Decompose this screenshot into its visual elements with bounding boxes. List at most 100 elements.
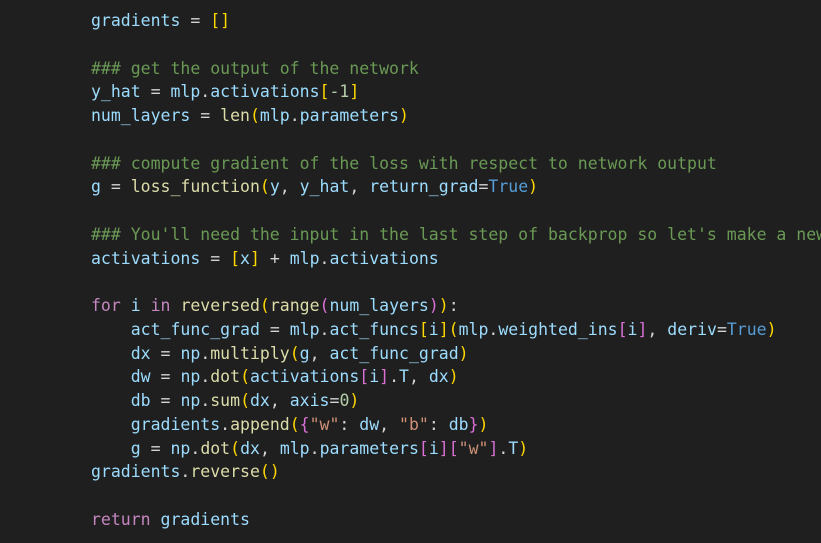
operator-token: , bbox=[349, 177, 370, 196]
bracket-token: [ bbox=[617, 320, 628, 339]
number-token: -1 bbox=[329, 82, 350, 101]
function-token: reversed bbox=[180, 296, 260, 315]
operator-token: = bbox=[329, 391, 340, 410]
function-token: append bbox=[230, 415, 290, 434]
code-line[interactable]: g = np.dot(dx, mlp.parameters[i]["w"].T) bbox=[91, 437, 528, 461]
operator-token: = bbox=[150, 367, 181, 386]
bracket-token: [ bbox=[359, 367, 370, 386]
operator-token: = bbox=[716, 320, 727, 339]
variable-token: activations bbox=[210, 82, 320, 101]
bracket-token: [] bbox=[210, 11, 231, 30]
bracket-token: ] bbox=[488, 439, 499, 458]
variable-token: activations bbox=[91, 249, 201, 268]
code-line[interactable]: gradients.append({"w": dw, "b": db}) bbox=[91, 413, 489, 437]
operator-token: . bbox=[389, 367, 400, 386]
bracket-token: ) bbox=[518, 439, 529, 458]
bracket-token: [ bbox=[448, 439, 459, 458]
function-token: dot bbox=[200, 439, 231, 458]
code-line[interactable]: dx = np.multiply(g, act_func_grad) bbox=[91, 342, 469, 366]
bracket-token: { bbox=[299, 415, 310, 434]
variable-token: i bbox=[369, 367, 380, 386]
string-token: "w" bbox=[309, 415, 340, 434]
variable-token: dw bbox=[130, 367, 151, 386]
bracket-token: ( bbox=[230, 439, 241, 458]
operator-token: . bbox=[289, 106, 300, 125]
operator-token bbox=[171, 296, 181, 315]
operator-token: , bbox=[279, 177, 300, 196]
variable-token: axis bbox=[289, 391, 330, 410]
code-line[interactable]: ### compute gradient of the loss with re… bbox=[91, 152, 717, 176]
code-line[interactable]: gradients = [] bbox=[91, 9, 230, 33]
boolean-token: True bbox=[488, 177, 529, 196]
function-token: loss_function bbox=[130, 177, 260, 196]
variable-token: T bbox=[508, 439, 519, 458]
bracket-token: ] bbox=[438, 439, 449, 458]
function-token: len bbox=[220, 106, 250, 125]
bracket-token: ) bbox=[458, 344, 469, 363]
code-line[interactable]: num_layers = len(mlp.parameters) bbox=[91, 104, 409, 128]
code-line[interactable]: return gradients bbox=[91, 508, 250, 532]
bracket-token: [ bbox=[418, 320, 429, 339]
operator-token: , bbox=[259, 439, 280, 458]
operator-token: . bbox=[309, 439, 320, 458]
string-token: "b" bbox=[399, 415, 429, 434]
code-line[interactable]: y_hat = mlp.activations[-1] bbox=[91, 80, 359, 104]
operator-token: , bbox=[379, 415, 400, 434]
variable-token: deriv bbox=[667, 320, 717, 339]
keyword-token: in bbox=[150, 296, 171, 315]
variable-token: T bbox=[399, 367, 409, 386]
operator-token: = bbox=[200, 249, 231, 268]
function-token: multiply bbox=[210, 344, 290, 363]
code-editor[interactable]: gradients = [] ### get the output of the … bbox=[0, 0, 821, 543]
code-line[interactable]: dw = np.dot(activations[i].T, dx) bbox=[91, 365, 459, 389]
operator-token: . bbox=[498, 439, 509, 458]
operator-token bbox=[91, 415, 131, 434]
variable-token: x bbox=[240, 249, 250, 268]
code-line[interactable]: ### You'll need the input in the last st… bbox=[91, 223, 821, 247]
code-line[interactable]: g = loss_function(y, y_hat, return_grad=… bbox=[91, 175, 538, 199]
operator-token: . bbox=[319, 320, 330, 339]
code-line[interactable]: activations = [x] + mlp.activations bbox=[91, 247, 439, 271]
bracket-token: ] bbox=[249, 249, 260, 268]
bracket-token: ( bbox=[289, 344, 300, 363]
operator-token: , bbox=[647, 320, 668, 339]
function-token: sum bbox=[210, 391, 241, 410]
keyword-token: for bbox=[91, 296, 121, 315]
variable-token: weighted_ins bbox=[498, 320, 618, 339]
operator-token: . bbox=[488, 320, 499, 339]
variable-token: mlp bbox=[279, 439, 310, 458]
variable-token: act_funcs bbox=[329, 320, 419, 339]
operator-token: . bbox=[220, 415, 231, 434]
bracket-token: [ bbox=[230, 249, 241, 268]
operator-token: : bbox=[339, 415, 360, 434]
operator-token: . bbox=[319, 249, 330, 268]
bracket-token: ] bbox=[379, 367, 390, 386]
variable-token: parameters bbox=[299, 106, 399, 125]
variable-token: dx bbox=[250, 391, 270, 410]
bracket-token: ] bbox=[438, 320, 449, 339]
code-line[interactable]: ### get the output of the network bbox=[91, 57, 419, 81]
variable-token: activations bbox=[250, 367, 360, 386]
code-line[interactable]: act_func_grad = mlp.act_funcs[i](mlp.wei… bbox=[91, 318, 777, 342]
code-line[interactable]: gradients.reverse() bbox=[91, 460, 280, 484]
code-line[interactable]: for i in reversed(range(num_layers)): bbox=[91, 294, 459, 318]
variable-token: np bbox=[180, 391, 201, 410]
variable-token: np bbox=[180, 367, 201, 386]
operator-token: = bbox=[478, 177, 489, 196]
variable-token: i bbox=[428, 320, 439, 339]
operator-token bbox=[91, 320, 131, 339]
operator-token: , bbox=[309, 344, 330, 363]
code-line[interactable]: db = np.sum(dx, axis=0) bbox=[91, 389, 360, 413]
variable-token: gradients bbox=[91, 462, 181, 481]
operator-token bbox=[91, 344, 131, 363]
bracket-token: ] bbox=[349, 82, 360, 101]
operator-token: . bbox=[200, 344, 211, 363]
bracket-token: ] bbox=[637, 320, 648, 339]
operator-token bbox=[91, 391, 131, 410]
variable-token: dx bbox=[240, 439, 260, 458]
function-token: dot bbox=[210, 367, 241, 386]
bracket-token: ) bbox=[528, 177, 539, 196]
operator-token: , bbox=[269, 391, 290, 410]
operator-token: . bbox=[200, 82, 211, 101]
keyword-token: return bbox=[91, 510, 151, 529]
